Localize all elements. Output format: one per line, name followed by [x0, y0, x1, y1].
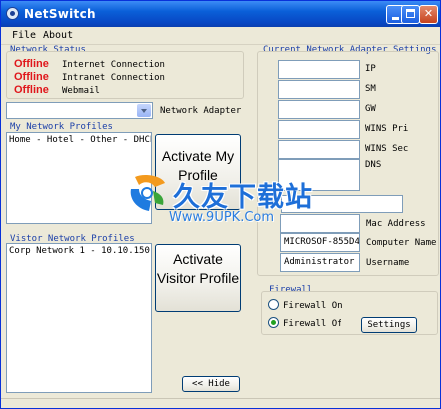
internet-status: Offline — [14, 58, 49, 70]
watermark-url: Www.9UPK.Com — [169, 210, 275, 225]
menu-about[interactable]: About — [43, 30, 73, 41]
chevron-down-icon[interactable] — [137, 104, 151, 117]
title-bar[interactable]: NetSwitch ✕ — [1, 1, 440, 27]
firewall-off-radio[interactable] — [268, 317, 279, 328]
computer-name-field[interactable]: MICROSOF-855D4D — [280, 233, 360, 252]
wins-sec-label: WINS Sec — [365, 144, 409, 154]
my-profiles-title: My Network Profiles — [10, 122, 113, 132]
internet-connection-label: Internet Connection — [62, 60, 165, 70]
username-label: Username — [366, 258, 410, 268]
subnet-mask-field[interactable] — [278, 80, 360, 99]
watermark-text: 久友下载站 — [173, 182, 313, 213]
firewall-on-label[interactable]: Firewall On — [283, 301, 343, 311]
status-bar — [1, 398, 440, 408]
webmail-status: Offline — [14, 84, 49, 96]
netswitch-window: NetSwitch ✕ File About Network Status Of… — [0, 0, 441, 409]
username-field[interactable]: Administrator — [280, 253, 360, 272]
wins-secondary-field[interactable] — [278, 140, 360, 159]
firewall-settings-button[interactable]: Settings — [361, 317, 417, 333]
network-adapter-select[interactable] — [6, 102, 153, 119]
maximize-button[interactable] — [401, 5, 420, 24]
firewall-off-label[interactable]: Firewall Off — [283, 319, 341, 329]
list-item[interactable]: Corp Network 1 - 10.10.150.21 — [9, 246, 151, 256]
activate-visitor-profile-button[interactable]: Activate Visitor Profile — [155, 244, 241, 312]
dns-label: DNS — [365, 160, 382, 170]
gateway-field[interactable] — [278, 100, 360, 119]
maximize-icon — [406, 9, 415, 18]
activate-visitor-profile-label: Activate Visitor Profile — [156, 251, 240, 286]
wins-primary-field[interactable] — [278, 120, 360, 139]
window-title: NetSwitch — [24, 7, 96, 21]
firewall-settings-label: Settings — [367, 320, 411, 330]
hide-button[interactable]: << Hide — [182, 376, 240, 392]
webmail-label: Webmail — [62, 86, 100, 96]
gw-label: GW — [365, 104, 376, 114]
visitor-profiles-list[interactable]: Corp Network 1 - 10.10.150.21 — [6, 243, 152, 393]
intranet-connection-label: Intranet Connection — [62, 73, 165, 83]
firewall-on-radio[interactable] — [268, 299, 279, 310]
watermark-logo-icon — [130, 175, 165, 211]
close-button[interactable]: ✕ — [419, 5, 438, 24]
ip-field[interactable] — [278, 60, 360, 79]
wins-pri-label: WINS Pri — [365, 124, 409, 134]
sm-label: SM — [365, 84, 376, 94]
list-item[interactable]: Home - Hotel - Other - DHCP — [9, 135, 151, 145]
intranet-status: Offline — [14, 71, 49, 83]
close-icon: ✕ — [423, 7, 434, 20]
app-icon[interactable] — [6, 7, 19, 20]
ip-label: IP — [365, 64, 376, 74]
mac-address-label: Mac Address — [366, 219, 426, 229]
menu-file[interactable]: File — [12, 30, 36, 41]
minimize-icon — [392, 17, 399, 20]
mac-address-field[interactable] — [280, 214, 360, 233]
menu-bar: File About — [1, 27, 440, 45]
hide-button-label: << Hide — [192, 379, 230, 389]
computer-name-label: Computer Name — [366, 238, 437, 248]
network-adapter-label: Network Adapter — [160, 106, 242, 116]
